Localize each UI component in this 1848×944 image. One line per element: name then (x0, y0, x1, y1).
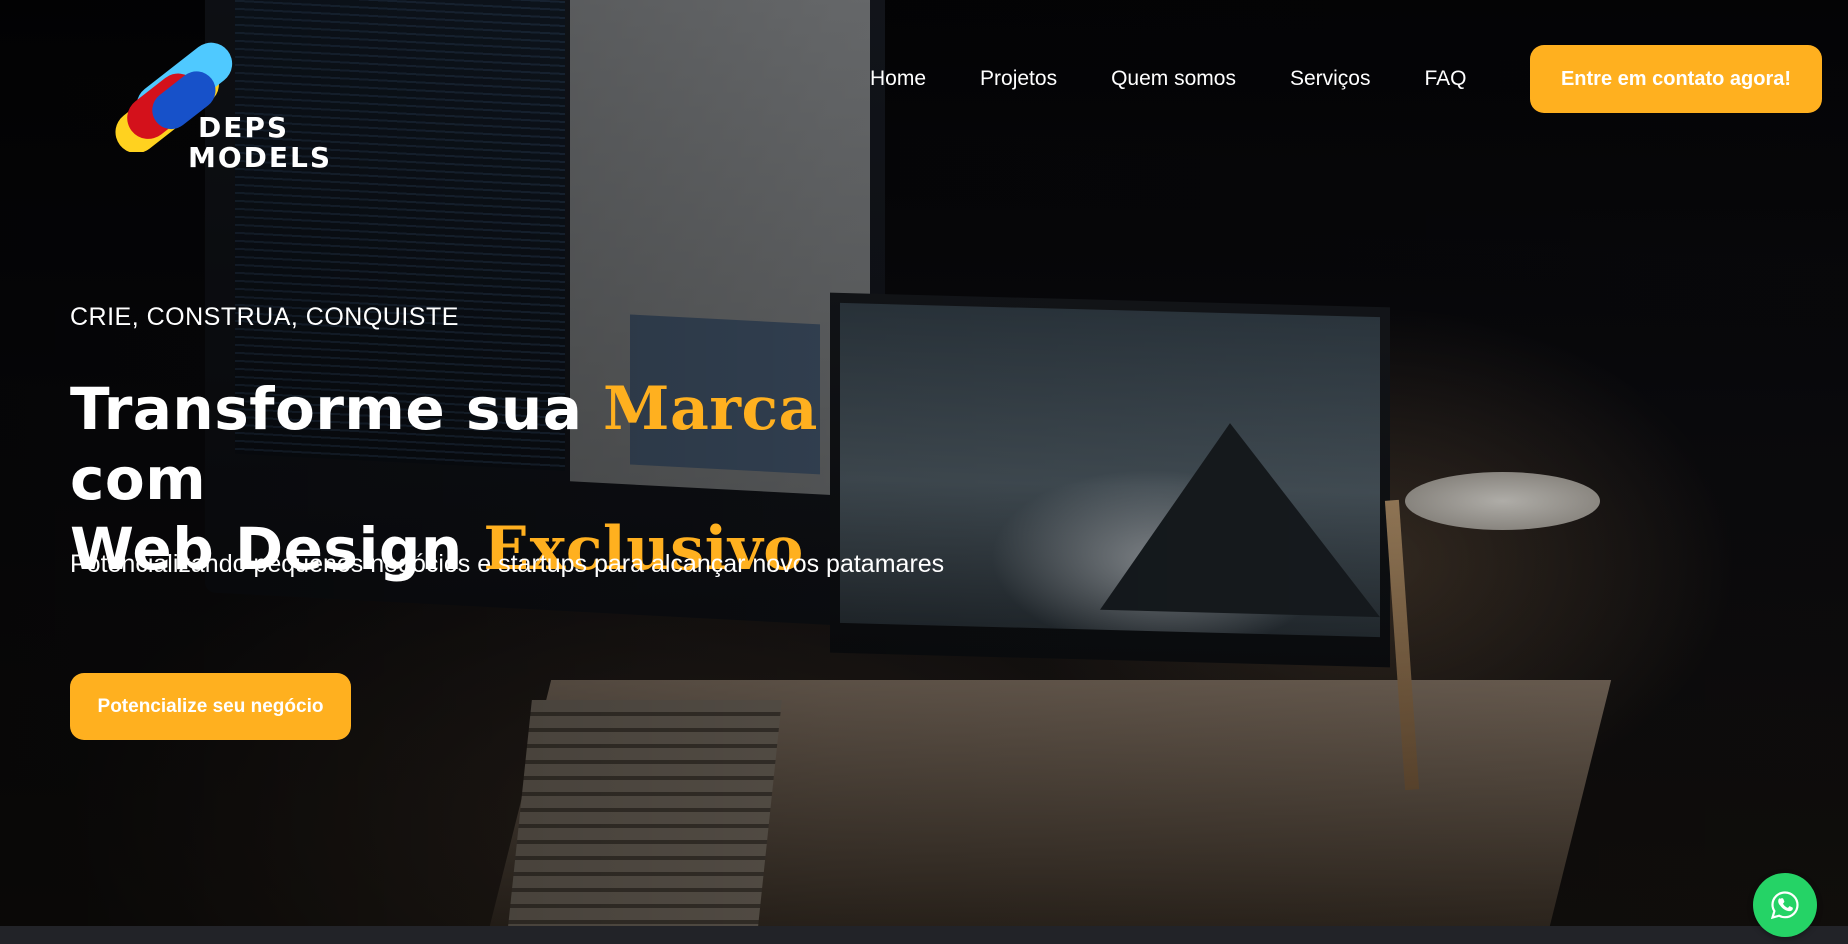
headline-accent-marca: Marca (603, 374, 818, 444)
bottom-bar (0, 926, 1848, 944)
main-nav: Home Projetos Quem somos Serviços FAQ (870, 66, 1467, 92)
boost-business-button[interactable]: Potencialize seu negócio (70, 673, 351, 740)
hero-subhead: Potencializando pequenos negócios e star… (70, 550, 945, 578)
whatsapp-button[interactable] (1753, 873, 1817, 937)
headline-part2: com (70, 445, 207, 513)
contact-now-button[interactable]: Entre em contato agora! (1530, 45, 1822, 113)
nav-item-projetos[interactable]: Projetos (980, 66, 1057, 92)
nav-item-faq[interactable]: FAQ (1424, 66, 1466, 92)
headline-part1: Transforme sua (70, 375, 604, 443)
logo-text-line2: MODELS (188, 141, 333, 174)
nav-item-home[interactable]: Home (870, 66, 926, 92)
logo-text-line1: DEPS (198, 111, 290, 144)
nav-item-quem-somos[interactable]: Quem somos (1111, 66, 1236, 92)
nav-item-servicos[interactable]: Serviços (1290, 66, 1371, 92)
whatsapp-icon (1770, 891, 1799, 920)
brand-logo[interactable]: DEPS MODELS (100, 42, 350, 182)
hero-eyebrow: CRIE, CONSTRUA, CONQUISTE (70, 303, 459, 331)
